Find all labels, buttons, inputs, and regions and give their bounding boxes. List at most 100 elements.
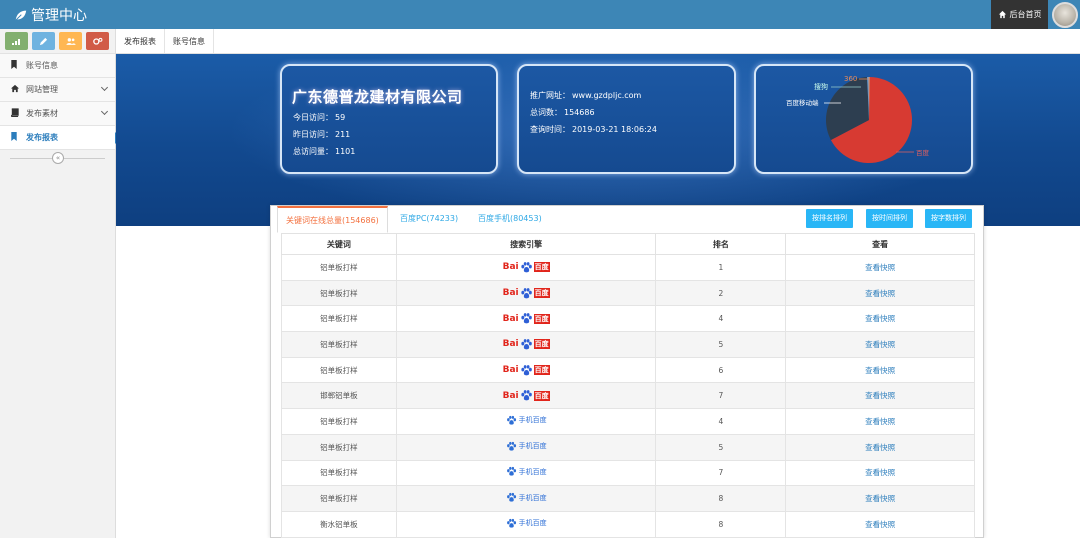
chevron-down-icon: [100, 107, 109, 116]
app-title: 管理中心: [31, 8, 87, 24]
keyword-cell: 铝单板打样: [281, 254, 397, 281]
chevron-down-icon: [100, 83, 109, 92]
tab-baidu-pc[interactable]: 百度PC(74233): [392, 206, 466, 232]
keyword-tabs: 关键词在线总量(154686) 百度PC(74233) 百度手机(80453) …: [271, 206, 985, 233]
table-row: 铝单板打样 手机百度 5 查看快照: [281, 433, 975, 461]
sidebar-item-account-info[interactable]: 账号信息: [0, 54, 115, 78]
view-snapshot-link[interactable]: 查看快照: [865, 289, 895, 298]
view-cell: 查看快照: [785, 510, 975, 538]
tab-baidu-mobile[interactable]: 百度手机(80453): [470, 206, 550, 232]
baidu-pc-logo: Bai 百度: [502, 261, 550, 273]
view-snapshot-link[interactable]: 查看快照: [865, 314, 895, 323]
view-snapshot-link[interactable]: 查看快照: [865, 417, 895, 426]
view-snapshot-link[interactable]: 查看快照: [865, 366, 895, 375]
baidu-pc-logo: Bai 百度: [502, 364, 550, 376]
keyword-cell: 铝单板打样: [281, 408, 397, 435]
sidebar-item-label: 发布素材: [26, 109, 58, 118]
home-icon: [998, 10, 1006, 19]
sort-by-rank-button[interactable]: 按排名排列: [806, 209, 853, 228]
engine-cell: Bai 百度: [395, 305, 657, 333]
view-cell: 查看快照: [785, 408, 975, 435]
sort-by-length-button[interactable]: 按字数排列: [925, 209, 972, 228]
rank-cell: 4: [655, 305, 787, 333]
baidu-pc-logo: Bai 百度: [502, 287, 550, 299]
keyword-count: 总词数： 154686: [530, 108, 595, 117]
view-snapshot-link[interactable]: 查看快照: [865, 263, 895, 272]
keyword-cell: 铝单板打样: [281, 485, 397, 512]
table-row: 铝单板打样 Bai 百度 2 查看快照: [281, 279, 975, 307]
view-cell: 查看快照: [785, 459, 975, 487]
label-sougou: 搜狗: [814, 82, 828, 91]
engine-cell: 手机百度: [395, 408, 657, 435]
sidebar-item-publish-report[interactable]: 发布报表: [0, 126, 121, 150]
rank-cell: 1: [655, 254, 787, 281]
home-label: 后台首页: [1009, 10, 1042, 19]
users-icon[interactable]: [59, 32, 82, 50]
view-snapshot-link[interactable]: 查看快照: [865, 340, 895, 349]
query-time: 查询时间： 2019-03-21 18:06:24: [530, 125, 657, 134]
tab-publish-report[interactable]: 发布报表: [116, 29, 165, 53]
view-snapshot-link[interactable]: 查看快照: [865, 494, 895, 503]
avatar[interactable]: [1052, 2, 1078, 28]
rank-cell: 5: [655, 331, 787, 358]
sidebar-item-site-management[interactable]: 网站管理: [0, 78, 115, 102]
sort-by-time-button[interactable]: 按时间排列: [866, 209, 913, 228]
view-snapshot-link[interactable]: 查看快照: [865, 520, 895, 529]
label-360: 360: [844, 75, 857, 83]
visit-stats-card: 广东德普龙建材有限公司 今日访问： 59 昨日访问： 211 总访问量： 1101: [280, 64, 498, 174]
baidu-pc-logo: Bai 百度: [502, 338, 550, 350]
engine-cell: Bai 百度: [395, 279, 657, 307]
col-view: 查看: [785, 233, 975, 255]
view-cell: 查看快照: [785, 331, 975, 358]
keyword-panel: 关键词在线总量(154686) 百度PC(74233) 百度手机(80453) …: [270, 205, 984, 538]
sidebar-collapse-row: «: [0, 150, 115, 166]
baidu-pc-logo: Bai 百度: [502, 313, 550, 324]
site-info-card: 推广网址： www.gzdpljc.com 总词数： 154686 查询时间： 201…: [517, 64, 736, 174]
engine-cell: Bai 百度: [395, 382, 657, 410]
summary-banner: 广东德普龙建材有限公司 今日访问： 59 昨日访问： 211 总访问量： 1101 推…: [116, 54, 1080, 226]
tab-account-info[interactable]: 账号信息: [165, 29, 214, 53]
table-row: 铝单板打样 手机百度 4 查看快照: [281, 408, 975, 435]
rank-cell: 5: [655, 433, 787, 461]
backend-home-button[interactable]: 后台首页: [991, 0, 1048, 29]
sidebar-item-publish-material[interactable]: 发布素材: [0, 102, 115, 126]
signal-icon[interactable]: [5, 32, 28, 50]
table-row: 衡水铝单板 手机百度 8 查看快照: [281, 510, 975, 538]
view-cell: 查看快照: [785, 382, 975, 410]
brand[interactable]: 管理中心: [14, 5, 87, 25]
table-row: 铝单板打样 Bai 百度 1 查看快照: [281, 254, 975, 281]
cogs-icon[interactable]: [86, 32, 109, 50]
view-cell: 查看快照: [785, 433, 975, 461]
double-chevron-left-icon[interactable]: «: [52, 152, 64, 164]
bookmark-icon: [10, 59, 20, 72]
tab-all-keywords[interactable]: 关键词在线总量(154686): [277, 206, 388, 233]
sidebar-item-label: 发布报表: [26, 133, 58, 142]
table-row: 铝单板打样 Bai 百度 4 查看快照: [281, 305, 975, 333]
company-name: 广东德普龙建材有限公司: [292, 88, 463, 106]
engine-cell: 手机百度: [395, 459, 657, 487]
rank-cell: 2: [655, 279, 787, 307]
pencil-icon[interactable]: [32, 32, 55, 50]
top-bar: 管理中心 后台首页: [0, 0, 1080, 29]
baidu-mobile-logo: 手机百度: [506, 466, 547, 477]
rank-cell: 7: [655, 459, 787, 487]
keyword-cell: 铝单板打样: [281, 305, 397, 333]
view-snapshot-link[interactable]: 查看快照: [865, 391, 895, 400]
view-snapshot-link[interactable]: 查看快照: [865, 443, 895, 452]
view-snapshot-link[interactable]: 查看快照: [865, 468, 895, 477]
view-cell: 查看快照: [785, 356, 975, 384]
baidu-mobile-logo: 手机百度: [506, 441, 547, 452]
rank-cell: 7: [655, 382, 787, 410]
baidu-mobile-logo: 手机百度: [506, 492, 547, 503]
leaf-icon: [15, 10, 27, 21]
engine-cell: 手机百度: [395, 485, 657, 512]
table-row: 铝单板打样 Bai 百度 5 查看快照: [281, 331, 975, 358]
table-header-row: 关键词 搜索引擎 排名 查看: [281, 233, 975, 255]
table-row: 邯郸铝单板 Bai 百度 7 查看快照: [281, 382, 975, 410]
col-rank: 排名: [655, 233, 787, 255]
total-visits: 总访问量： 1101: [293, 147, 356, 156]
engine-cell: Bai 百度: [395, 356, 657, 384]
table-row: 铝单板打样 Bai 百度 6 查看快照: [281, 356, 975, 384]
view-cell: 查看快照: [785, 305, 975, 333]
engine-cell: 手机百度: [395, 433, 657, 461]
